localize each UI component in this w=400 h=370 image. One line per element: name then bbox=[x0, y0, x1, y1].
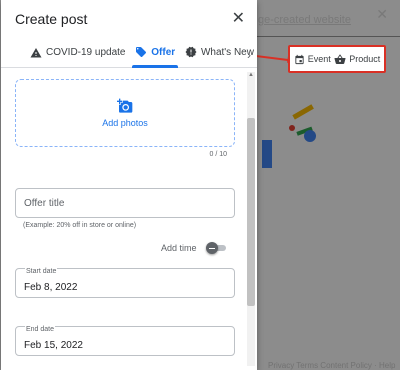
photo-counter: 0 / 10 bbox=[209, 151, 227, 158]
offer-title-input[interactable] bbox=[16, 189, 234, 217]
tab-product-label: Product bbox=[349, 54, 381, 64]
dialog-form: Add photos 0 / 10 (Example: 20% off in s… bbox=[1, 69, 257, 370]
news-icon bbox=[185, 46, 197, 58]
tab-event-label: Event bbox=[307, 54, 331, 64]
dialog-header: Create post ✕ bbox=[1, 0, 257, 38]
start-date-field: Start date bbox=[15, 268, 235, 298]
chevron-right-icon[interactable]: › bbox=[247, 48, 251, 62]
add-photo-icon bbox=[117, 98, 133, 113]
offer-title-helper: (Example: 20% off in store or online) bbox=[23, 222, 137, 229]
close-button[interactable]: ✕ bbox=[232, 11, 245, 27]
tab-offer[interactable]: Offer bbox=[132, 37, 179, 68]
hidden-tabs-callout: Event Product bbox=[288, 45, 386, 73]
tab-product[interactable]: Product bbox=[334, 53, 381, 65]
calendar-event-icon bbox=[295, 54, 304, 64]
tag-icon bbox=[135, 46, 147, 58]
post-type-tabs: COVID-19 update Offer What's New › bbox=[1, 38, 257, 68]
scroll-up-icon[interactable]: ▲ bbox=[248, 72, 254, 78]
tab-whats-new[interactable]: What's New bbox=[182, 37, 257, 67]
warning-icon bbox=[30, 47, 42, 58]
create-post-dialog: Create post ✕ COVID-19 update Offer What… bbox=[1, 0, 257, 370]
tab-covid-update[interactable]: COVID-19 update bbox=[27, 37, 129, 67]
end-date-label: End date bbox=[25, 326, 56, 333]
shopping-basket-icon bbox=[334, 53, 346, 64]
offer-title-field bbox=[15, 188, 235, 218]
add-time-label: Add time bbox=[161, 243, 197, 253]
end-date-field: End date bbox=[15, 326, 235, 356]
start-date-label: Start date bbox=[25, 268, 58, 275]
add-photos-button[interactable]: Add photos bbox=[15, 79, 235, 147]
tab-event[interactable]: Event bbox=[294, 54, 331, 65]
tab-covid-update-label: COVID-19 update bbox=[46, 46, 126, 58]
add-time-toggle[interactable] bbox=[206, 242, 226, 254]
tab-offer-label: Offer bbox=[151, 46, 176, 58]
scrollbar-thumb[interactable] bbox=[247, 118, 255, 306]
add-photos-label: Add photos bbox=[102, 118, 148, 128]
dialog-title: Create post bbox=[15, 11, 88, 27]
